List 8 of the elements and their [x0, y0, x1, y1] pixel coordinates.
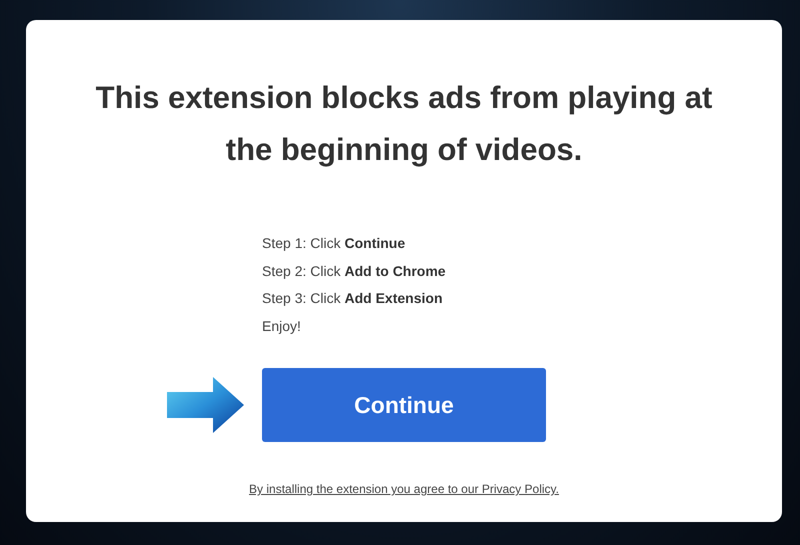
- heading: This extension blocks ads from playing at the beginning of videos.: [94, 79, 714, 169]
- step-text: Enjoy!: [262, 316, 302, 336]
- step-text: Step 1: Click Continue: [262, 234, 406, 253]
- step-text: Step 3: Click Add Extension: [262, 289, 444, 308]
- continue-button[interactable]: Continue: [262, 368, 546, 442]
- privacy-policy-link[interactable]: By installing the extension you agree to our Privacy Policy.: [249, 482, 559, 496]
- step-text: Step 2: Click Add to Chrome: [262, 262, 447, 281]
- arrow-icon: [165, 376, 245, 434]
